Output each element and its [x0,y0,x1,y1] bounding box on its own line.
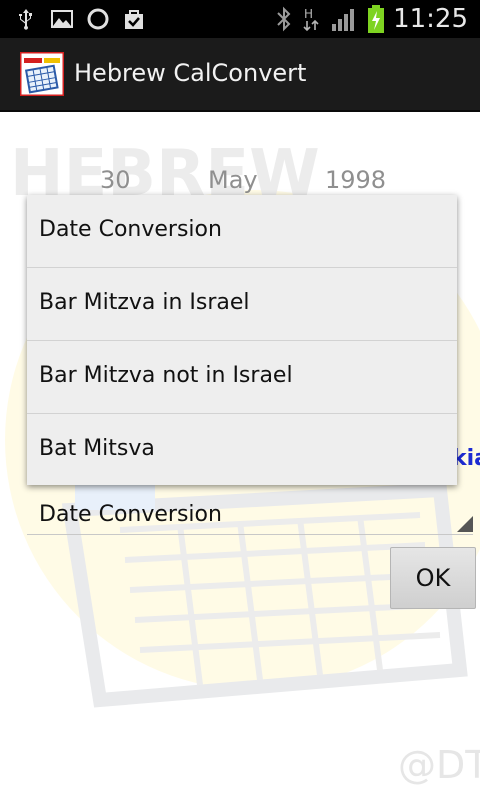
dropdown-item-bar-mitzva-israel[interactable]: Bar Mitzva in Israel [27,268,457,341]
dropdown-item-date-conversion[interactable]: Date Conversion [27,195,457,268]
date-month[interactable]: May [208,166,258,194]
bag-icon [125,10,143,29]
signal-icon [332,9,355,31]
date-year[interactable]: 1998 [325,166,386,194]
battery-charging-icon [368,5,385,33]
sync-icon [87,8,109,30]
status-bar: H 11:25 [0,0,480,38]
hspa-network-icon: H [303,7,319,32]
ok-button[interactable]: OK [390,547,476,609]
clock-time: 11:25 [393,4,468,34]
usb-icon [19,9,32,30]
dropdown-item-label: Date Conversion [39,217,222,242]
dropdown-item-bat-mitsva[interactable]: Bat Mitsva [27,414,457,486]
hebrew-calendar-app-icon[interactable] [20,52,64,96]
dropdown-item-label: Bat Mitsva [39,436,155,461]
svg-text:H: H [304,7,313,21]
action-bar: Hebrew CalConvert [0,38,480,112]
gallery-icon [51,10,73,28]
watermark: @DT [398,743,480,787]
spinner-arrow-icon [457,516,473,532]
dropdown-item-label: Bar Mitzva not in Israel [39,363,293,388]
date-day[interactable]: 30 [100,166,131,194]
conversion-type-spinner[interactable]: Date Conversion [27,496,473,535]
conversion-type-dropdown: Date Conversion Bar Mitzva in Israel Bar… [27,195,457,485]
spinner-selected-value: Date Conversion [39,502,222,527]
dropdown-item-label: Bar Mitzva in Israel [39,290,250,315]
dropdown-item-bar-mitzva-not-israel[interactable]: Bar Mitzva not in Israel [27,341,457,414]
app-title: Hebrew CalConvert [74,59,307,87]
bluetooth-icon [277,6,291,32]
